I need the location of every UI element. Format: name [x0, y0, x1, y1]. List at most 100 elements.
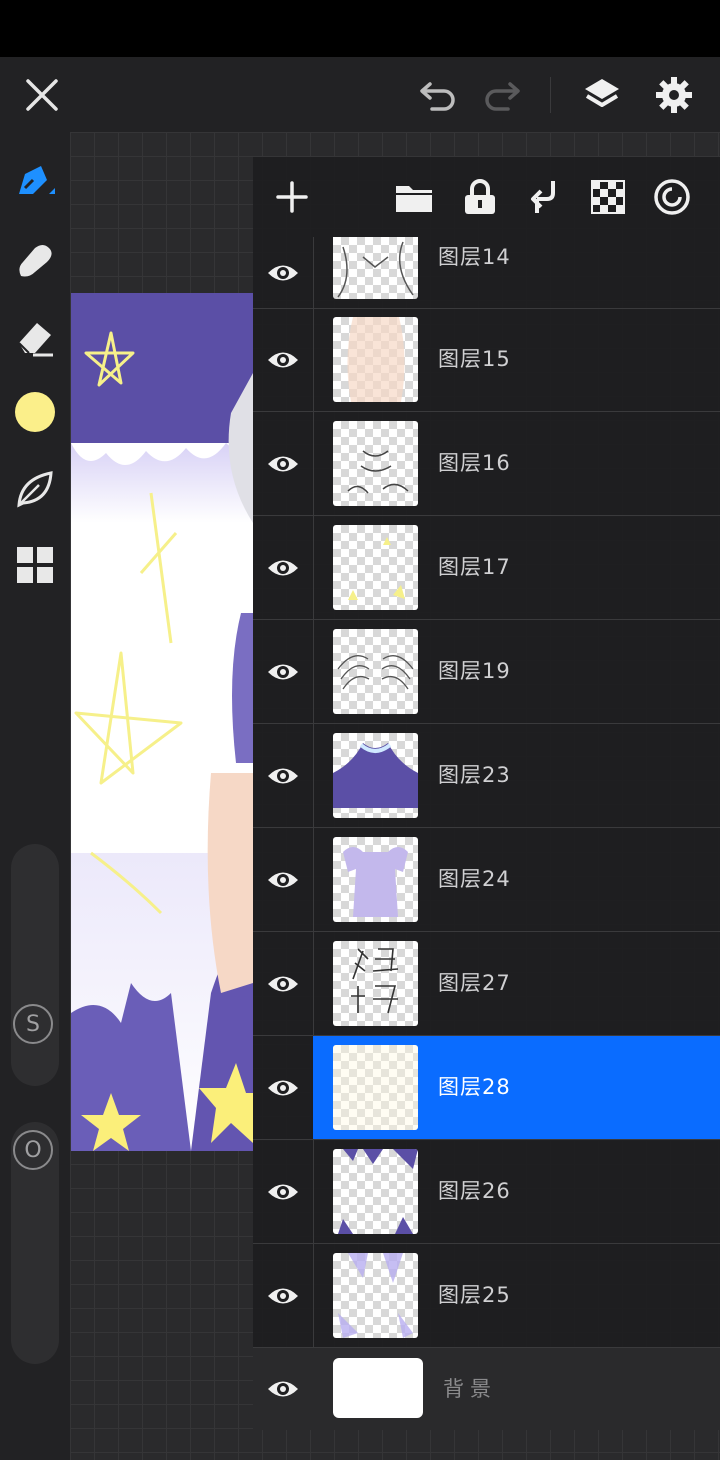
visibility-toggle[interactable]: [253, 1036, 313, 1139]
visibility-toggle[interactable]: [253, 308, 313, 411]
grid-tool[interactable]: [0, 530, 70, 600]
plus-icon: [276, 181, 308, 213]
color-picker[interactable]: [0, 377, 70, 447]
close-button[interactable]: [10, 57, 74, 132]
layer-name: 图层25: [438, 1283, 511, 1307]
layer-row-selected[interactable]: 图层28: [253, 1036, 720, 1140]
size-slider[interactable]: [11, 844, 59, 1086]
eye-icon: [268, 560, 298, 575]
layers-icon: [585, 78, 619, 107]
eye-icon: [268, 456, 298, 471]
layer-thumbnail: [333, 733, 418, 818]
row-divider: [313, 724, 314, 827]
visibility-toggle[interactable]: [253, 1348, 313, 1430]
leaf-tool[interactable]: [0, 454, 70, 524]
eye-icon: [268, 265, 298, 280]
layer-row[interactable]: 图层15: [253, 308, 720, 412]
leaf-icon: [17, 471, 53, 508]
visibility-toggle[interactable]: [253, 1140, 313, 1243]
layer-thumbnail: [333, 525, 418, 610]
layer-name: 图层27: [438, 971, 511, 995]
redo-button[interactable]: [472, 57, 532, 132]
layers-button[interactable]: [570, 57, 634, 132]
visibility-toggle[interactable]: [253, 1244, 313, 1347]
layer-row[interactable]: 图层26: [253, 1140, 720, 1244]
brush-tool[interactable]: [0, 147, 70, 217]
layer-thumbnail: [333, 421, 418, 506]
layer-row[interactable]: 图层17: [253, 516, 720, 620]
blend-mode-button[interactable]: [646, 171, 698, 223]
layer-row[interactable]: 图层19: [253, 620, 720, 724]
new-folder-button[interactable]: [388, 171, 440, 223]
size-label: S: [13, 1004, 53, 1044]
eye-icon: [268, 1080, 298, 1095]
background-layer-row[interactable]: 背景: [253, 1348, 720, 1430]
layer-name: 图层19: [438, 659, 511, 683]
transparency-lock-button[interactable]: [582, 171, 634, 223]
visibility-toggle[interactable]: [253, 932, 313, 1035]
undo-icon: [420, 81, 455, 111]
top-toolbar: [0, 57, 720, 132]
layer-name: 背景: [443, 1377, 497, 1401]
row-divider: [313, 308, 314, 411]
layers-panel: 图层14 图层15 图层16 图层17 图层19 图层23 图层24 图层27 …: [253, 157, 720, 1430]
blend-icon: [654, 179, 690, 215]
layer-name: 图层14: [438, 245, 511, 269]
undo-button[interactable]: [408, 57, 468, 132]
layer-thumbnail: [333, 1149, 418, 1234]
layer-name: 图层16: [438, 451, 511, 475]
visibility-toggle[interactable]: [253, 828, 313, 931]
row-divider: [313, 828, 314, 931]
layer-row[interactable]: 图层25: [253, 1244, 720, 1348]
layer-thumbnail: [333, 237, 418, 299]
eye-icon: [268, 1288, 298, 1303]
visibility-toggle[interactable]: [253, 620, 313, 723]
layer-thumbnail: [333, 1253, 418, 1338]
redo-icon: [485, 81, 520, 111]
row-divider: [313, 412, 314, 515]
background-thumbnail: [333, 1358, 423, 1418]
visibility-toggle[interactable]: [253, 516, 313, 619]
folder-icon: [396, 186, 432, 212]
lock-icon: [465, 179, 495, 214]
grid-icon: [17, 547, 53, 583]
layer-thumbnail: [333, 837, 418, 922]
lock-layer-button[interactable]: [454, 171, 506, 223]
eye-icon: [268, 352, 298, 367]
layers-panel-toolbar: [253, 157, 720, 237]
row-divider: [313, 620, 314, 723]
eye-icon: [268, 1381, 298, 1397]
status-bar: [0, 0, 720, 57]
row-divider: [313, 932, 314, 1035]
row-divider: [313, 1244, 314, 1347]
eye-icon: [268, 872, 298, 887]
layer-name: 图层17: [438, 555, 511, 579]
merge-down-icon: [531, 181, 555, 213]
layer-row[interactable]: 图层14: [253, 237, 720, 309]
checker-icon: [591, 180, 625, 214]
layer-row[interactable]: 图层23: [253, 724, 720, 828]
layer-row[interactable]: 图层16: [253, 412, 720, 516]
eraser-icon: [18, 323, 53, 357]
layer-name: 图层24: [438, 867, 511, 891]
current-color-swatch: [15, 392, 55, 432]
layer-name: 图层28: [438, 1075, 511, 1099]
artwork-illustration: [71, 293, 253, 1151]
eraser-tool[interactable]: [0, 302, 70, 372]
layer-row[interactable]: 图层24: [253, 828, 720, 932]
merge-down-button[interactable]: [518, 171, 570, 223]
smudge-tool[interactable]: [0, 225, 70, 295]
artwork-canvas[interactable]: [71, 293, 253, 1151]
visibility-toggle[interactable]: [253, 724, 313, 827]
visibility-toggle[interactable]: [253, 237, 313, 308]
add-layer-button[interactable]: [266, 171, 318, 223]
gear-icon: [656, 76, 692, 113]
visibility-toggle[interactable]: [253, 412, 313, 515]
layer-row[interactable]: 图层27: [253, 932, 720, 1036]
close-icon: [26, 78, 58, 111]
eye-icon: [268, 768, 298, 783]
settings-button[interactable]: [642, 57, 706, 132]
smudge-icon: [19, 245, 52, 277]
layer-thumbnail: [333, 1045, 418, 1130]
row-divider: [313, 1140, 314, 1243]
